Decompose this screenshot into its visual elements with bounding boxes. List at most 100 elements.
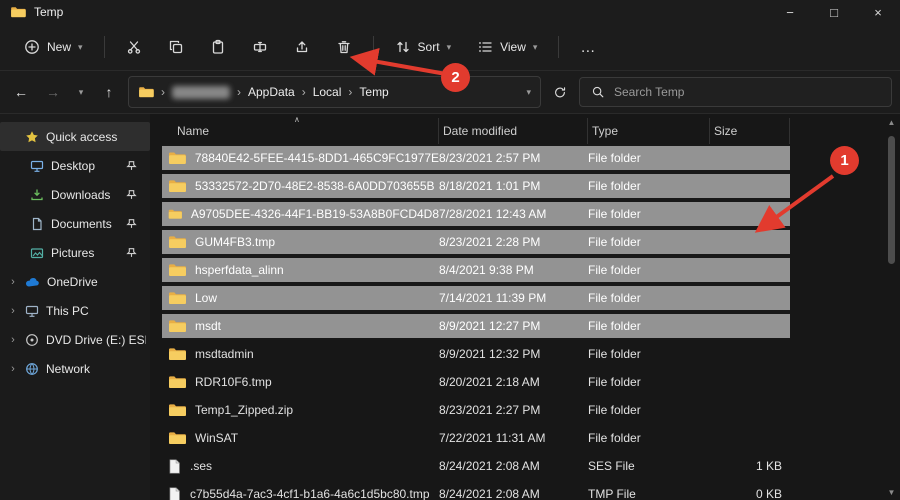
ellipsis-icon: …	[580, 38, 597, 56]
minimize-button[interactable]: −	[768, 0, 812, 24]
scroll-up-icon[interactable]: ▲	[885, 118, 898, 127]
file-name: A9705DEE-4326-44F1-BB19-53A8B0FCD4D8	[190, 207, 439, 221]
search-input[interactable]: Search Temp	[579, 77, 892, 107]
expand-chevron-icon[interactable]: ›	[8, 334, 18, 346]
back-button[interactable]: ←	[8, 79, 34, 105]
file-date: 8/4/2021 9:38 PM	[439, 263, 534, 277]
document-icon	[32, 217, 42, 230]
file-name: 53332572-2D70-48E2-8538-6A0DD703655B	[195, 179, 435, 193]
pictures-icon	[30, 247, 44, 258]
address-dropdown-chevron[interactable]: ▾	[526, 87, 531, 98]
table-row[interactable]: msdtadmin 8/9/2021 12:32 PM File folder	[162, 340, 790, 368]
copy-button[interactable]	[158, 32, 194, 62]
chevron-down-icon: ▾	[446, 41, 452, 52]
table-row[interactable]: A9705DEE-4326-44F1-BB19-53A8B0FCD4D8 7/2…	[162, 200, 790, 228]
column-header-name[interactable]: Name ∧	[162, 115, 439, 144]
delete-button[interactable]	[326, 32, 362, 62]
file-name: msdtadmin	[195, 347, 254, 361]
sidebar-item-label: Quick access	[46, 129, 118, 144]
table-row[interactable]: 78840E42-5FEE-4415-8DD1-465C9FC1977E 8/2…	[162, 144, 790, 172]
file-name-cell: A9705DEE-4326-44F1-BB19-53A8B0FCD4D8	[162, 207, 439, 221]
table-row[interactable]: 53332572-2D70-48E2-8538-6A0DD703655B 8/1…	[162, 172, 790, 200]
file-name: hsperfdata_alinn	[195, 263, 284, 277]
table-row[interactable]: WinSAT 7/22/2021 11:31 AM File folder	[162, 424, 790, 452]
file-type: File folder	[588, 207, 641, 221]
copy-icon	[169, 40, 182, 54]
expand-chevron-icon[interactable]: ›	[8, 305, 18, 317]
file-name: RDR10F6.tmp	[195, 375, 272, 389]
breadcrumb-segment-temp[interactable]: Temp	[359, 85, 388, 99]
file-type: File folder	[588, 151, 641, 165]
table-row[interactable]: Low 7/14/2021 11:39 PM File folder	[162, 284, 790, 312]
table-row[interactable]: Temp1_Zipped.zip 8/23/2021 2:27 PM File …	[162, 396, 790, 424]
file-name: msdt	[195, 319, 222, 333]
file-date: 8/9/2021 12:32 PM	[439, 347, 541, 361]
file-size: 0 KB	[755, 487, 782, 500]
new-button[interactable]: New ▾	[14, 32, 93, 62]
maximize-button[interactable]: □	[812, 0, 856, 24]
pin-icon	[126, 190, 137, 199]
file-type: File folder	[588, 347, 641, 361]
table-row[interactable]: hsperfdata_alinn 8/4/2021 9:38 PM File f…	[162, 256, 790, 284]
sort-button[interactable]: Sort ▾	[385, 32, 462, 62]
sidebar-item-onedrive[interactable]: › OneDrive	[0, 267, 150, 296]
view-icon	[479, 42, 492, 52]
sidebar-item-downloads[interactable]: Downloads	[0, 180, 150, 209]
expand-chevron-icon[interactable]: ›	[8, 276, 18, 288]
breadcrumb-segment-local[interactable]: Local	[313, 85, 342, 99]
scroll-down-icon[interactable]: ▼	[885, 488, 898, 497]
file-name: WinSAT	[195, 431, 239, 445]
vertical-scrollbar[interactable]: ▲ ▼	[885, 116, 898, 499]
up-button[interactable]: ↑	[96, 79, 122, 105]
rename-icon	[253, 41, 266, 53]
scrollbar-thumb[interactable]	[888, 136, 895, 264]
sidebar-item-desktop[interactable]: Desktop	[0, 151, 150, 180]
file-name: .ses	[190, 459, 213, 473]
more-options-button[interactable]: …	[570, 32, 606, 63]
onedrive-cloud-icon	[25, 277, 39, 287]
sidebar-item-network[interactable]: › Network	[0, 354, 150, 383]
breadcrumb[interactable]: › › AppData › Local › Temp ▾	[128, 76, 541, 108]
close-button[interactable]: ×	[856, 0, 900, 24]
refresh-button[interactable]	[547, 79, 573, 105]
share-button[interactable]	[284, 32, 320, 62]
address-bar: ← → ▾ ↑ › › AppData › Local › Temp ▾ Sea…	[0, 71, 900, 114]
file-name-cell: GUM4FB3.tmp	[162, 235, 439, 249]
toolbar-divider	[103, 36, 105, 58]
titlebar: Temp − □ ×	[0, 0, 900, 24]
file-name: Temp1_Zipped.zip	[195, 403, 294, 417]
table-row[interactable]: c7b55d4a-7ac3-4cf1-b1a6-4a6c1d5bc80.tmp …	[162, 480, 790, 500]
sidebar-item-label: This PC	[46, 303, 89, 318]
plus-circle-icon	[25, 40, 39, 54]
sidebar-item-pictures[interactable]: Pictures	[0, 238, 150, 267]
file-name-cell: msdtadmin	[162, 347, 439, 361]
folder-icon	[169, 376, 186, 388]
table-row[interactable]: RDR10F6.tmp 8/20/2021 2:18 AM File folde…	[162, 368, 790, 396]
column-header-size[interactable]: Size	[710, 118, 790, 144]
window-title: Temp	[34, 5, 64, 19]
cut-button[interactable]	[116, 32, 152, 62]
column-label: Type	[592, 124, 619, 138]
forward-button[interactable]: →	[40, 79, 66, 105]
breadcrumb-segment-appdata[interactable]: AppData	[248, 85, 295, 99]
rename-button[interactable]	[242, 32, 278, 62]
paste-button[interactable]	[200, 32, 236, 62]
table-row[interactable]: msdt 8/9/2021 12:27 PM File folder	[162, 312, 790, 340]
file-name-cell: c7b55d4a-7ac3-4cf1-b1a6-4a6c1d5bc80.tmp	[162, 486, 439, 500]
breadcrumb-separator: ›	[301, 85, 306, 99]
sidebar-item-quick-access[interactable]: Quick access	[0, 122, 150, 151]
folder-icon	[169, 264, 186, 276]
search-placeholder: Search Temp	[614, 85, 685, 99]
table-row[interactable]: GUM4FB3.tmp 8/23/2021 2:28 PM File folde…	[162, 228, 790, 256]
table-row[interactable]: .ses 8/24/2021 2:08 AM SES File 1 KB	[162, 452, 790, 480]
view-button[interactable]: View ▾	[467, 32, 547, 62]
recent-locations-button[interactable]: ▾	[72, 79, 90, 105]
file-name: Low	[195, 291, 218, 305]
column-header-date-modified[interactable]: Date modified	[439, 118, 588, 144]
column-header-type[interactable]: Type	[588, 118, 710, 144]
file-date: 7/22/2021 11:31 AM	[439, 431, 546, 445]
sidebar-item-this-pc[interactable]: › This PC	[0, 296, 150, 325]
sidebar-item-dvd-drive[interactable]: › DVD Drive (E:) ESD-	[0, 325, 150, 354]
sidebar-item-documents[interactable]: Documents	[0, 209, 150, 238]
expand-chevron-icon[interactable]: ›	[8, 363, 18, 375]
